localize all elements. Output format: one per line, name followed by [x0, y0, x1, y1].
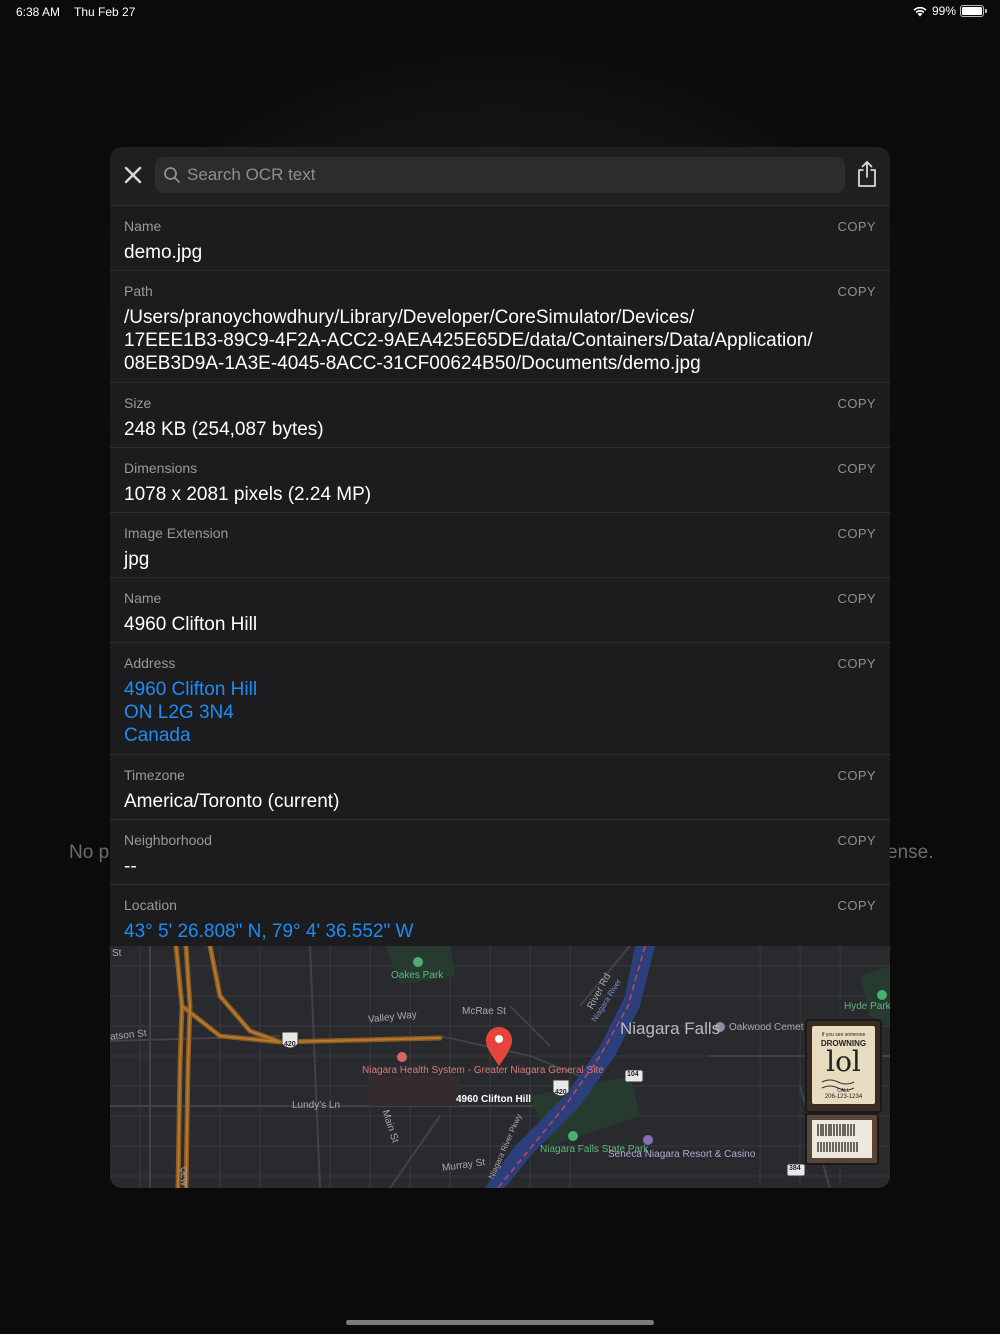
row-label: Path — [124, 283, 153, 299]
battery-nub — [985, 9, 987, 13]
row-value: 248 KB (254,087 bytes) — [124, 418, 876, 441]
row-value: /Users/pranoychowdhury/Library/Developer… — [124, 306, 876, 375]
copy-button[interactable]: COPY — [838, 768, 876, 783]
copy-button[interactable]: COPY — [838, 898, 876, 913]
map-label-oakes-park: Oakes Park — [391, 970, 444, 981]
row-value-line[interactable]: 43° 5' 26.808" N, 79° 4' 36.552" W — [124, 920, 876, 943]
photo-thumbnail[interactable]: If you see someone DROWNING lol CALL 206… — [812, 1026, 875, 1104]
row-label: Address — [124, 655, 176, 671]
map-label-state-park: Niagara Falls State Park — [540, 1144, 649, 1155]
close-icon — [124, 166, 142, 184]
thumbnail-small-text: If you see someone — [821, 1032, 866, 1038]
map-label-qew: QEW — [179, 1166, 189, 1187]
row-value-line: /Users/pranoychowdhury/Library/Developer… — [124, 307, 695, 328]
row-value: 1078 x 2081 pixels (2.24 MP) — [124, 483, 876, 506]
copy-button[interactable]: COPY — [838, 284, 876, 299]
map-label-niagara-falls: Niagara Falls — [620, 1019, 721, 1038]
row-value-line: -- — [124, 856, 137, 877]
row-value-line: 1078 x 2081 pixels (2.24 MP) — [124, 484, 372, 505]
info-row-neighborhood: Neighborhood -- COPY — [110, 819, 890, 884]
row-label: Location — [124, 897, 177, 913]
search-input[interactable] — [187, 165, 827, 185]
info-row-name: Name demo.jpg COPY — [110, 205, 890, 270]
info-row-path: Path/Users/pranoychowdhury/Library/Devel… — [110, 270, 890, 382]
thumbnail-big-text: lol — [826, 1045, 861, 1078]
thumbnail-phone: 206-123-1234 — [824, 1094, 863, 1100]
battery-percent: 99% — [931, 4, 956, 18]
toolbar — [110, 147, 890, 205]
row-value-line[interactable]: ON L2G 3N4 — [124, 701, 876, 724]
map-label-lundys-ln: Lundy's Ln — [292, 1100, 341, 1111]
map-label-st: St — [112, 948, 122, 959]
status-time: 6:38 AM — [16, 5, 61, 19]
row-label: Neighborhood — [124, 832, 212, 848]
row-value: America/Toronto (current) — [124, 790, 876, 813]
copy-button[interactable]: COPY — [838, 219, 876, 234]
info-row-name: Name 4960 Clifton Hill COPY — [110, 577, 890, 642]
info-rows: Name demo.jpg COPY Path/Users/pranoychowdhu… — [110, 205, 890, 949]
map-label-pin: 4960 Clifton Hill — [456, 1094, 532, 1105]
info-row-size: Size 248 KB (254,087 bytes) COPY — [110, 382, 890, 447]
row-value-line: America/Toronto (current) — [124, 791, 340, 812]
row-value-line: demo.jpg — [124, 242, 203, 263]
copy-button[interactable]: COPY — [838, 656, 876, 671]
map-label-hyde-park: Hyde Park League Z — [844, 1001, 890, 1012]
hwy-384-shield-label: 384 — [789, 1165, 801, 1172]
map-label-casino: Seneca Niagara Resort & Casino — [608, 1149, 756, 1160]
background-message-right: ense. — [887, 842, 934, 863]
battery-icon — [960, 5, 987, 17]
row-value: demo.jpg — [124, 241, 876, 264]
copy-button[interactable]: COPY — [838, 461, 876, 476]
search-box[interactable] — [155, 157, 845, 193]
row-label: Size — [124, 395, 152, 411]
row-value: jpg — [124, 548, 876, 571]
info-row-timezone: Timezone America/Toronto (current) COPY — [110, 754, 890, 819]
home-indicator[interactable] — [346, 1320, 654, 1325]
row-label: Image Extension — [124, 525, 229, 541]
row-value: -- — [124, 855, 876, 878]
hwy-420-shield-label: 420 — [284, 1041, 296, 1048]
copy-button[interactable]: COPY — [838, 833, 876, 848]
row-label: Name — [124, 218, 162, 234]
row-value-line[interactable]: 4960 Clifton Hill — [124, 678, 876, 701]
info-row-dimensions: Dimensions 1078 x 2081 pixels (2.24 MP) CO… — [110, 447, 890, 512]
row-value-line: jpg — [124, 549, 150, 570]
row-value-line: 248 KB (254,087 bytes) — [124, 419, 324, 440]
info-row-location: Location 43° 5' 26.808" N, 79° 4' 36.552"… — [110, 884, 890, 949]
location-map[interactable]: St Oakes Park Valley Way McRae St River … — [110, 946, 890, 1188]
row-value: 4960 Clifton Hill — [124, 613, 876, 636]
hwy-420-shield-label-2: 420 — [555, 1089, 567, 1096]
map-label-oakwood: Oakwood Cemet — [729, 1022, 804, 1033]
copy-button[interactable]: COPY — [838, 526, 876, 541]
row-value-link[interactable]: 43° 5' 26.808" N, 79° 4' 36.552" W — [124, 920, 876, 943]
row-value-line: 17EEE1B3-89C9-4F2A-ACC2-9AEA425E65DE/dat… — [124, 330, 813, 351]
row-label: Dimensions — [124, 460, 198, 476]
image-info-sheet: Namedemo.jpgCOPYPath/Users/pranoychowdhu… — [110, 147, 890, 1188]
row-label: Timezone — [124, 767, 185, 783]
status-bar: 6:38 AM Thu Feb 27 99% — [0, 0, 1000, 24]
status-indicators: 99% — [912, 4, 987, 18]
row-value-line: 08EB3D9A-1A3E-4045-8ACC-31CF00624B50/Doc… — [124, 353, 701, 374]
share-icon[interactable] — [856, 160, 878, 188]
map-label-mcrae-st: McRae St — [462, 1006, 506, 1017]
wifi-icon — [913, 6, 927, 17]
info-row-address: Address 4960 Clifton Hill ON L2G 3N4 Canada… — [110, 642, 890, 754]
hwy-104-shield-label: 104 — [627, 1071, 639, 1078]
info-row-image-extension: Image Extension jpg COPY — [110, 512, 890, 577]
row-value-line: 4960 Clifton Hill — [124, 614, 258, 635]
battery-fill — [962, 7, 982, 15]
copy-button[interactable]: COPY — [838, 591, 876, 606]
status-date: Thu Feb 27 — [74, 5, 136, 19]
map-label-hospital: Niagara Health System - Greater Niagara … — [362, 1066, 604, 1076]
row-value-link[interactable]: 4960 Clifton Hill ON L2G 3N4 Canada — [124, 678, 876, 747]
row-value-line[interactable]: Canada — [124, 724, 876, 747]
close-button[interactable] — [120, 162, 146, 188]
background-message-left: No p — [69, 842, 110, 863]
copy-button[interactable]: COPY — [838, 396, 876, 411]
row-label: Name — [124, 590, 162, 606]
search-icon — [164, 167, 180, 183]
